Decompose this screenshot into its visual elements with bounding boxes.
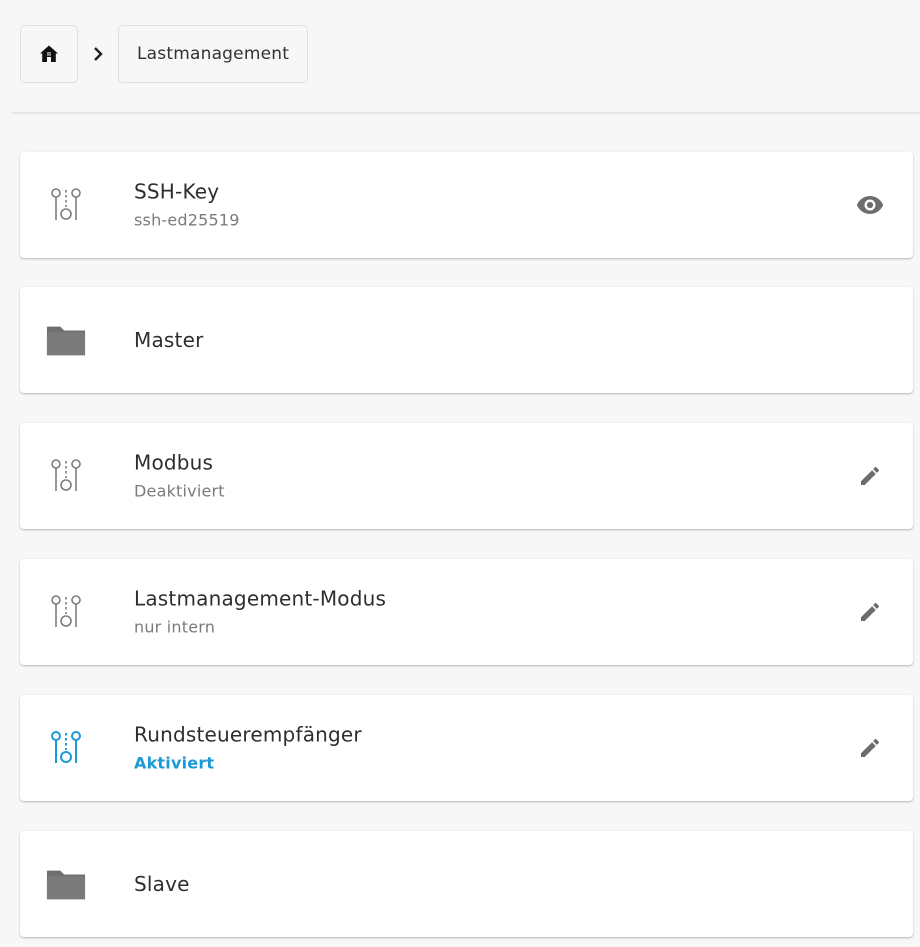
show-ssh-key-button[interactable] [853,188,887,222]
list-item-ssh-key[interactable]: SSH-Key ssh-ed25519 [20,152,913,258]
eye-icon [856,196,884,214]
folder-icon [46,864,86,904]
breadcrumb-home-button[interactable] [20,25,78,83]
item-title: Slave [134,872,190,896]
breadcrumb-separator [78,46,118,62]
settings-toggle-icon [46,728,86,768]
folder-icon [46,320,86,360]
item-subtitle: ssh-ed25519 [134,210,240,230]
breadcrumb-current[interactable]: Lastmanagement [118,25,309,83]
item-subtitle: nur intern [134,617,216,637]
item-subtitle: Deaktiviert [134,481,225,501]
item-subtitle-active: Aktiviert [134,753,215,773]
breadcrumb: Lastmanagement [20,25,309,83]
pencil-icon [861,466,880,485]
list-item-lastmanagement-modus[interactable]: Lastmanagement-Modus nur intern [20,559,913,665]
settings-toggle-icon [46,185,86,225]
edit-modbus-button[interactable] [853,459,887,493]
item-title: Modbus [134,450,214,475]
settings-toggle-icon [46,592,86,632]
pencil-icon [861,738,880,757]
edit-lastmanagement-modus-button[interactable] [853,595,887,629]
list-item-modbus[interactable]: Modbus Deaktiviert [20,423,913,529]
home-icon [40,45,58,62]
list-item-rundsteuerempfaenger[interactable]: Rundsteuerempfänger Aktiviert [20,695,913,801]
list-item-slave[interactable]: Slave [20,831,913,937]
item-title: Master [134,328,204,352]
page: Lastmanagement SSH-Key ssh-ed25519 Maste… [0,0,920,947]
item-title: SSH-Key [134,179,220,204]
edit-rundsteuerempfaenger-button[interactable] [853,731,887,765]
item-title: Lastmanagement-Modus [134,586,387,611]
settings-toggle-icon [46,456,86,496]
header-divider [12,112,920,114]
item-title: Rundsteuerempfänger [134,722,362,747]
list-item-master[interactable]: Master [20,287,913,393]
chevron-right-icon [94,47,103,61]
pencil-icon [861,602,880,621]
